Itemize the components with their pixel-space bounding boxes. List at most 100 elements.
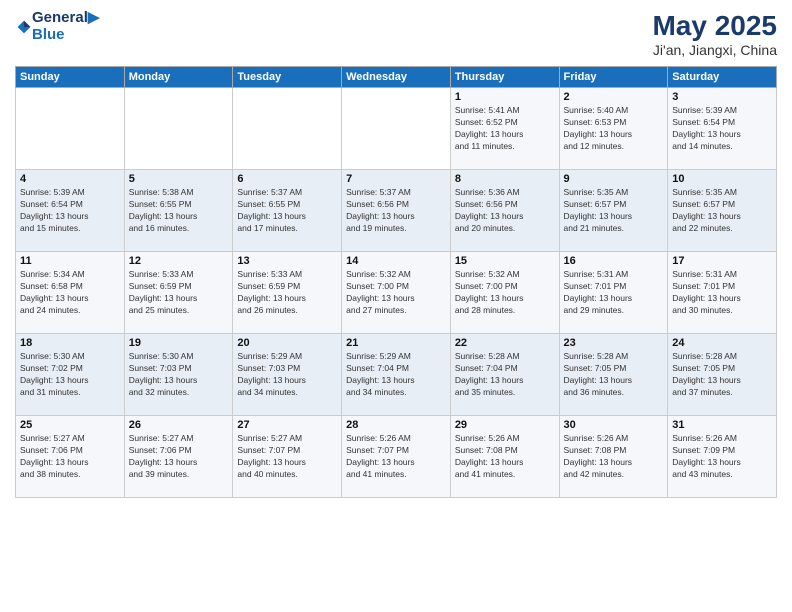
calendar-cell: 10Sunrise: 5:35 AMSunset: 6:57 PMDayligh… <box>668 170 777 252</box>
day-number: 18 <box>20 337 120 349</box>
cell-content: Sunset: 6:55 PM <box>237 199 337 211</box>
cell-content: Daylight: 13 hours <box>455 129 555 141</box>
day-number: 13 <box>237 255 337 267</box>
cell-content: Sunrise: 5:26 AM <box>564 433 664 445</box>
cell-content: Daylight: 13 hours <box>672 211 772 223</box>
day-number: 7 <box>346 173 446 185</box>
cell-content: Sunset: 7:01 PM <box>564 281 664 293</box>
cell-content: and 30 minutes. <box>672 305 772 317</box>
cell-content: Daylight: 13 hours <box>237 293 337 305</box>
cell-content: Sunrise: 5:41 AM <box>455 105 555 117</box>
cell-content: Sunset: 7:03 PM <box>237 363 337 375</box>
header-row: Sunday Monday Tuesday Wednesday Thursday… <box>16 67 777 88</box>
cell-content: Daylight: 13 hours <box>129 293 229 305</box>
cell-content: Sunrise: 5:32 AM <box>455 269 555 281</box>
cell-content: Sunrise: 5:40 AM <box>564 105 664 117</box>
week-row-1: 4Sunrise: 5:39 AMSunset: 6:54 PMDaylight… <box>16 170 777 252</box>
day-number: 3 <box>672 91 772 103</box>
calendar-cell: 14Sunrise: 5:32 AMSunset: 7:00 PMDayligh… <box>342 252 451 334</box>
day-number: 14 <box>346 255 446 267</box>
day-number: 16 <box>564 255 664 267</box>
day-number: 29 <box>455 419 555 431</box>
title-block: May 2025 Ji'an, Jiangxi, China <box>652 10 777 58</box>
day-number: 25 <box>20 419 120 431</box>
cell-content: Daylight: 13 hours <box>20 293 120 305</box>
cell-content: Daylight: 13 hours <box>20 457 120 469</box>
cell-content: Daylight: 13 hours <box>672 129 772 141</box>
cell-content: and 32 minutes. <box>129 387 229 399</box>
cell-content: Sunset: 7:06 PM <box>20 445 120 457</box>
cell-content: Sunrise: 5:37 AM <box>346 187 446 199</box>
cell-content: Daylight: 13 hours <box>237 375 337 387</box>
col-saturday: Saturday <box>668 67 777 88</box>
cell-content: and 14 minutes. <box>672 141 772 153</box>
cell-content: and 41 minutes. <box>455 469 555 481</box>
day-number: 30 <box>564 419 664 431</box>
cell-content: Sunset: 6:55 PM <box>129 199 229 211</box>
day-number: 6 <box>237 173 337 185</box>
day-number: 27 <box>237 419 337 431</box>
calendar-cell: 12Sunrise: 5:33 AMSunset: 6:59 PMDayligh… <box>124 252 233 334</box>
cell-content: Sunset: 7:06 PM <box>129 445 229 457</box>
calendar-cell: 30Sunrise: 5:26 AMSunset: 7:08 PMDayligh… <box>559 416 668 498</box>
day-number: 20 <box>237 337 337 349</box>
cell-content: Daylight: 13 hours <box>20 211 120 223</box>
calendar-cell: 28Sunrise: 5:26 AMSunset: 7:07 PMDayligh… <box>342 416 451 498</box>
cell-content: Sunrise: 5:31 AM <box>564 269 664 281</box>
day-number: 12 <box>129 255 229 267</box>
cell-content: Daylight: 13 hours <box>564 375 664 387</box>
day-number: 24 <box>672 337 772 349</box>
cell-content: Daylight: 13 hours <box>346 293 446 305</box>
calendar-cell: 2 Sunrise: 5:40 AMSunset: 6:53 PMDaylight… <box>559 88 668 170</box>
cell-content: and 15 minutes. <box>20 223 120 235</box>
cell-content: and 19 minutes. <box>346 223 446 235</box>
cell-content: and 31 minutes. <box>20 387 120 399</box>
col-friday: Friday <box>559 67 668 88</box>
cell-content: Sunrise: 5:32 AM <box>346 269 446 281</box>
cell-content: Sunrise: 5:29 AM <box>237 351 337 363</box>
day-number: 31 <box>672 419 772 431</box>
calendar-cell: 23Sunrise: 5:28 AMSunset: 7:05 PMDayligh… <box>559 334 668 416</box>
cell-content: Sunrise: 5:35 AM <box>672 187 772 199</box>
cell-content: Daylight: 13 hours <box>564 129 664 141</box>
cell-content: Sunrise: 5:34 AM <box>20 269 120 281</box>
col-thursday: Thursday <box>450 67 559 88</box>
day-number: 15 <box>455 255 555 267</box>
cell-content: Sunrise: 5:33 AM <box>237 269 337 281</box>
cell-content: and 21 minutes. <box>564 223 664 235</box>
cell-content: Sunset: 6:56 PM <box>346 199 446 211</box>
calendar-cell: 17Sunrise: 5:31 AMSunset: 7:01 PMDayligh… <box>668 252 777 334</box>
cell-content: Sunrise: 5:28 AM <box>455 351 555 363</box>
day-number: 1 <box>455 91 555 103</box>
cell-content: and 26 minutes. <box>237 305 337 317</box>
cell-content: Sunset: 6:52 PM <box>455 117 555 129</box>
cell-content: Daylight: 13 hours <box>455 375 555 387</box>
cell-content: Sunset: 6:57 PM <box>564 199 664 211</box>
logo-text: General▶ Blue <box>32 10 99 43</box>
cell-content: and 35 minutes. <box>455 387 555 399</box>
cell-content: Sunset: 6:59 PM <box>237 281 337 293</box>
cell-content: and 22 minutes. <box>672 223 772 235</box>
calendar-cell: 22Sunrise: 5:28 AMSunset: 7:04 PMDayligh… <box>450 334 559 416</box>
col-wednesday: Wednesday <box>342 67 451 88</box>
cell-content: Sunrise: 5:26 AM <box>346 433 446 445</box>
cell-content: Sunrise: 5:28 AM <box>672 351 772 363</box>
cell-content: and 20 minutes. <box>455 223 555 235</box>
cell-content: Sunset: 6:57 PM <box>672 199 772 211</box>
calendar-cell: 26Sunrise: 5:27 AMSunset: 7:06 PMDayligh… <box>124 416 233 498</box>
cell-content: Sunset: 7:08 PM <box>455 445 555 457</box>
cell-content: Daylight: 13 hours <box>672 293 772 305</box>
header: General▶ Blue May 2025 Ji'an, Jiangxi, C… <box>15 10 777 58</box>
month-year: May 2025 <box>652 10 777 42</box>
cell-content: Sunrise: 5:39 AM <box>672 105 772 117</box>
cell-content: Sunrise: 5:27 AM <box>237 433 337 445</box>
calendar-cell: 31Sunrise: 5:26 AMSunset: 7:09 PMDayligh… <box>668 416 777 498</box>
day-number: 2 <box>564 91 664 103</box>
cell-content: Sunset: 6:53 PM <box>564 117 664 129</box>
cell-content: Sunset: 7:03 PM <box>129 363 229 375</box>
calendar-cell: 20 Sunrise: 5:29 AMSunset: 7:03 PMDayligh… <box>233 334 342 416</box>
calendar-cell: 1 Sunrise: 5:41 AMSunset: 6:52 PMDaylight… <box>450 88 559 170</box>
cell-content: Sunset: 7:04 PM <box>455 363 555 375</box>
day-number: 21 <box>346 337 446 349</box>
cell-content: Sunrise: 5:31 AM <box>672 269 772 281</box>
